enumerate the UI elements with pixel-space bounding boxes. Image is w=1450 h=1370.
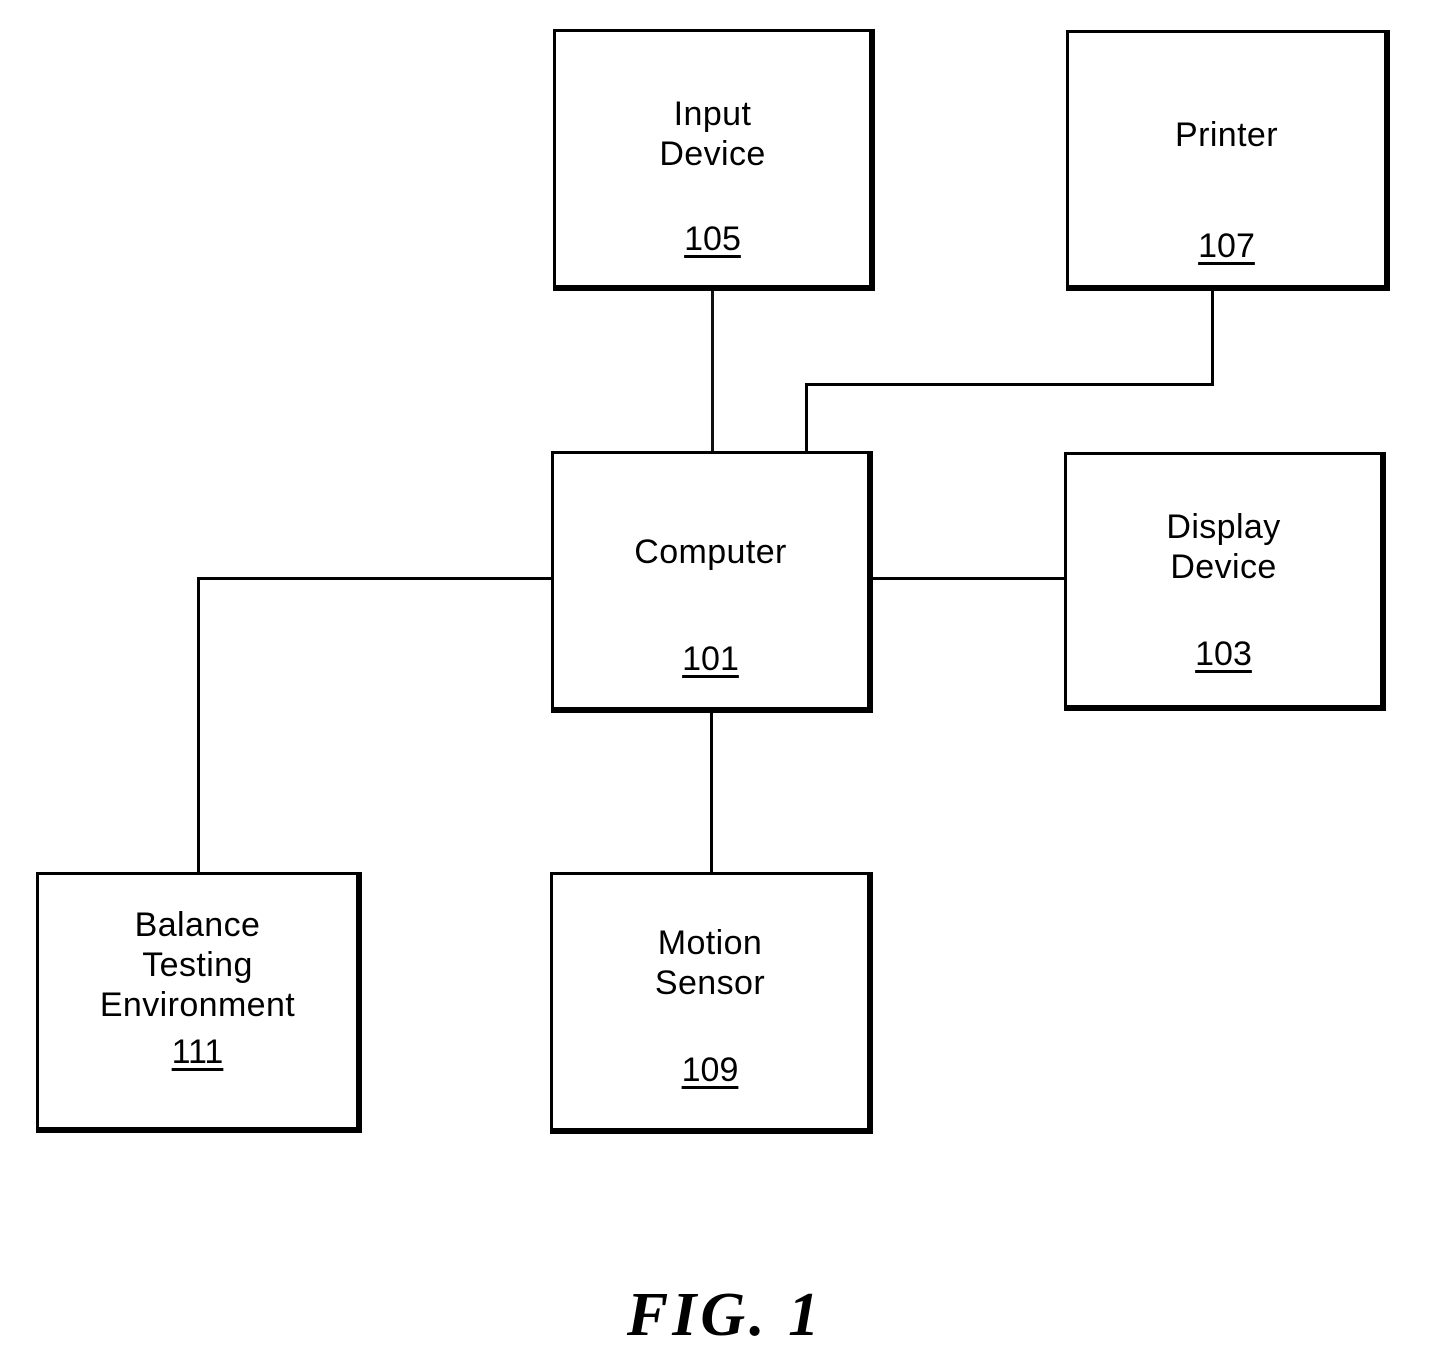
node-computer-reference: 101 — [682, 640, 739, 678]
node-motion-sensor: Motion Sensor 109 — [550, 872, 873, 1134]
node-display-device-reference: 103 — [1195, 635, 1252, 673]
node-input-device-label: Input Device — [659, 95, 766, 173]
node-printer-reference: 107 — [1198, 227, 1255, 265]
node-motion-sensor-reference: 109 — [681, 1051, 739, 1089]
node-computer: Computer 101 — [551, 451, 873, 713]
node-printer: Printer 107 — [1066, 30, 1390, 291]
node-motion-sensor-label: Motion Sensor — [654, 924, 766, 1002]
figure-caption: FIG. 1 — [626, 1281, 824, 1349]
node-printer-label: Printer — [1175, 116, 1278, 154]
node-input-device: Input Device 105 — [553, 29, 875, 291]
connector-printer-to-computer-segment-drop — [805, 383, 808, 453]
connector-computer-to-balance-testing-environment-segment-down — [197, 577, 200, 874]
connector-computer-to-balance-testing-environment-segment-left — [197, 577, 554, 580]
node-input-device-reference: 105 — [684, 220, 741, 258]
connector-printer-to-computer-segment-left — [805, 383, 1214, 386]
connector-computer-to-display-device — [871, 577, 1067, 580]
connector-printer-to-computer-segment-down — [1211, 291, 1214, 386]
node-balance-testing-environment-reference: 111 — [171, 1033, 224, 1071]
node-computer-label: Computer — [634, 533, 787, 571]
patent-figure: Input Device 105 Printer 107 Computer 10… — [0, 0, 1450, 1370]
node-balance-testing-environment-label: Balance Testing Environment — [99, 906, 296, 1024]
node-display-device-label: Display Device — [1166, 508, 1281, 586]
node-balance-testing-environment: Balance Testing Environment 111 — [36, 872, 362, 1133]
node-display-device: Display Device 103 — [1064, 452, 1386, 711]
connector-input-device-to-computer — [711, 291, 714, 453]
connector-computer-to-motion-sensor — [710, 711, 713, 874]
